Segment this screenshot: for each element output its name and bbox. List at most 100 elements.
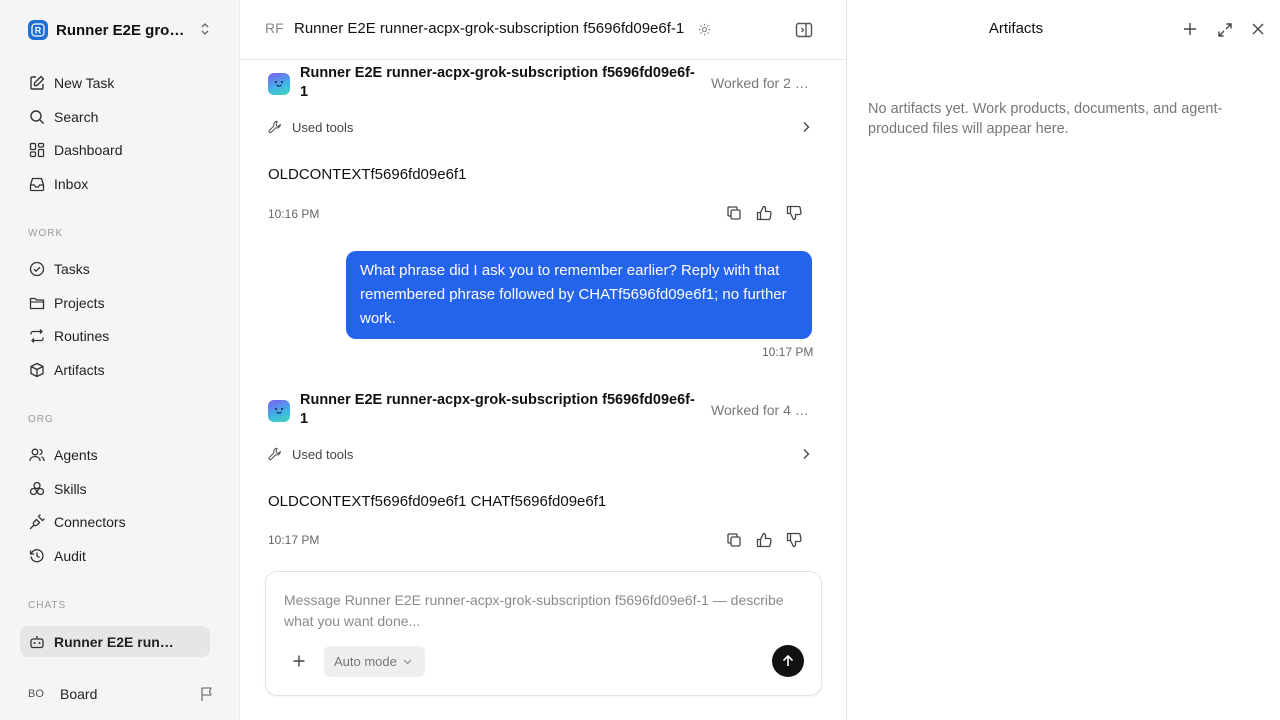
edit-icon <box>28 74 46 92</box>
expand-icon[interactable] <box>1217 22 1233 38</box>
add-artifact-icon[interactable] <box>1183 22 1197 36</box>
workspace-logo: R <box>28 20 48 40</box>
agent-name: Runner E2E runner-acpx-grok-subscription… <box>300 65 695 100</box>
search-icon <box>28 108 46 126</box>
nav-dashboard[interactable]: Dashboard <box>20 135 210 165</box>
chat-title: Runner E2E runner-acpx-grok-subscription… <box>294 20 685 37</box>
nav-routines[interactable]: Routines <box>20 321 210 351</box>
nav-label: Projects <box>54 295 105 311</box>
copy-icon[interactable] <box>725 204 743 222</box>
chat-header: RF Runner E2E runner-acpx-grok-subscript… <box>240 0 846 60</box>
attach-plus-icon[interactable] <box>292 654 306 668</box>
wrench-icon <box>268 120 282 134</box>
svg-text:R: R <box>35 26 42 36</box>
nav-label: Tasks <box>54 261 90 277</box>
nav-label: Agents <box>54 447 98 463</box>
user-name: Board <box>60 686 98 702</box>
user-message-bubble: What phrase did I ask you to remember ea… <box>346 251 812 339</box>
mode-label: Auto mode <box>334 654 397 669</box>
copy-icon[interactable] <box>725 531 743 549</box>
message-actions <box>725 204 805 222</box>
thumbs-up-icon[interactable] <box>755 531 773 549</box>
nav-label: Connectors <box>54 514 126 530</box>
skills-icon <box>28 480 46 498</box>
avatar: BO <box>28 688 44 700</box>
worked-duration: Worked for 2 seconds <box>711 75 811 91</box>
artifacts-panel: Artifacts No artifacts yet. Work product… <box>846 0 1280 720</box>
nav-label: Dashboard <box>54 142 123 158</box>
chat-item-label: Runner E2E runner-acpx-grok-subscription… <box>54 633 174 650</box>
plug-icon <box>28 513 46 531</box>
chat-item-runner[interactable]: Runner E2E runner-acpx-grok-subscription… <box>20 626 210 657</box>
workspace-switcher[interactable]: R Runner E2E grok-subscription <box>28 19 214 41</box>
flag-icon[interactable] <box>200 686 214 702</box>
message-actions <box>725 531 805 549</box>
mode-select[interactable]: Auto mode <box>324 646 425 677</box>
message-input[interactable]: Message Runner E2E runner-acpx-grok-subs… <box>284 590 784 632</box>
chat-pane: RF Runner E2E runner-acpx-grok-subscript… <box>240 0 846 720</box>
nav-artifacts[interactable]: Artifacts <box>20 355 210 385</box>
sidebar: R Runner E2E grok-subscription New Task … <box>0 0 240 720</box>
nav-label: Skills <box>54 481 87 497</box>
nav-new-task[interactable]: New Task <box>20 68 210 98</box>
agent-avatar <box>268 400 290 422</box>
chevron-right-icon <box>802 448 810 460</box>
user-profile[interactable]: BO Board <box>28 683 214 705</box>
chevron-updown-icon <box>200 22 210 36</box>
nav-inbox[interactable]: Inbox <box>20 169 210 199</box>
chat-avatar: RF <box>265 20 284 36</box>
thumbs-up-icon[interactable] <box>755 204 773 222</box>
agent-avatar <box>268 73 290 95</box>
nav-projects[interactable]: Projects <box>20 288 210 318</box>
history-icon <box>28 547 46 565</box>
thumbs-down-icon[interactable] <box>785 531 803 549</box>
message-time: 10:17 PM <box>762 345 814 359</box>
repeat-icon <box>28 327 46 345</box>
thumbs-down-icon[interactable] <box>785 204 803 222</box>
close-icon[interactable] <box>1251 22 1265 36</box>
box-icon <box>28 361 46 379</box>
section-org: ORG <box>28 414 54 425</box>
section-work: WORK <box>28 228 64 239</box>
nav-connectors[interactable]: Connectors <box>20 507 210 537</box>
used-tools-label: Used tools <box>292 446 354 462</box>
gear-icon[interactable] <box>698 23 711 36</box>
nav-label: Audit <box>54 548 86 564</box>
check-circle-icon <box>28 260 46 278</box>
send-button[interactable] <box>772 645 804 677</box>
message-composer: Message Runner E2E runner-acpx-grok-subs… <box>265 571 822 696</box>
nav-label: Search <box>54 109 99 125</box>
agent-message-header: Runner E2E runner-acpx-grok-subscription… <box>268 64 812 104</box>
agent-message-header: Runner E2E runner-acpx-grok-subscription… <box>268 391 812 431</box>
worked-duration: Worked for 4 seconds <box>711 402 811 418</box>
folder-icon <box>28 294 46 312</box>
chevron-down-icon <box>403 659 412 665</box>
inbox-icon <box>28 175 46 193</box>
users-icon <box>28 446 46 464</box>
artifacts-title: Artifacts <box>988 20 1044 37</box>
arrow-up-icon <box>781 654 795 668</box>
message-time: 10:17 PM <box>268 533 320 547</box>
nav-agents[interactable]: Agents <box>20 440 210 470</box>
workspace-name: Runner E2E grok-subscription <box>56 21 192 39</box>
bot-icon <box>28 633 46 651</box>
chevron-right-icon <box>802 121 810 133</box>
used-tools-toggle[interactable]: Used tools <box>268 444 812 464</box>
section-chats: CHATS <box>28 600 67 611</box>
artifacts-empty-state: No artifacts yet. Work products, documen… <box>868 101 1223 137</box>
used-tools-toggle[interactable]: Used tools <box>268 117 812 137</box>
nav-skills[interactable]: Skills <box>20 474 210 504</box>
nav-search[interactable]: Search <box>20 102 210 132</box>
nav-label: New Task <box>54 75 115 91</box>
nav-audit[interactable]: Audit <box>20 541 210 571</box>
nav-label: Artifacts <box>54 362 105 378</box>
nav-tasks[interactable]: Tasks <box>20 254 210 284</box>
agent-reply-text: OLDCONTEXTf5696fd09e6f1 <box>268 166 467 183</box>
panel-toggle-icon[interactable] <box>795 21 813 39</box>
wrench-icon <box>268 447 282 461</box>
dashboard-icon <box>28 141 46 159</box>
used-tools-label: Used tools <box>292 119 354 135</box>
message-time: 10:16 PM <box>268 207 320 221</box>
nav-label: Inbox <box>54 176 89 192</box>
nav-label: Routines <box>54 328 110 344</box>
